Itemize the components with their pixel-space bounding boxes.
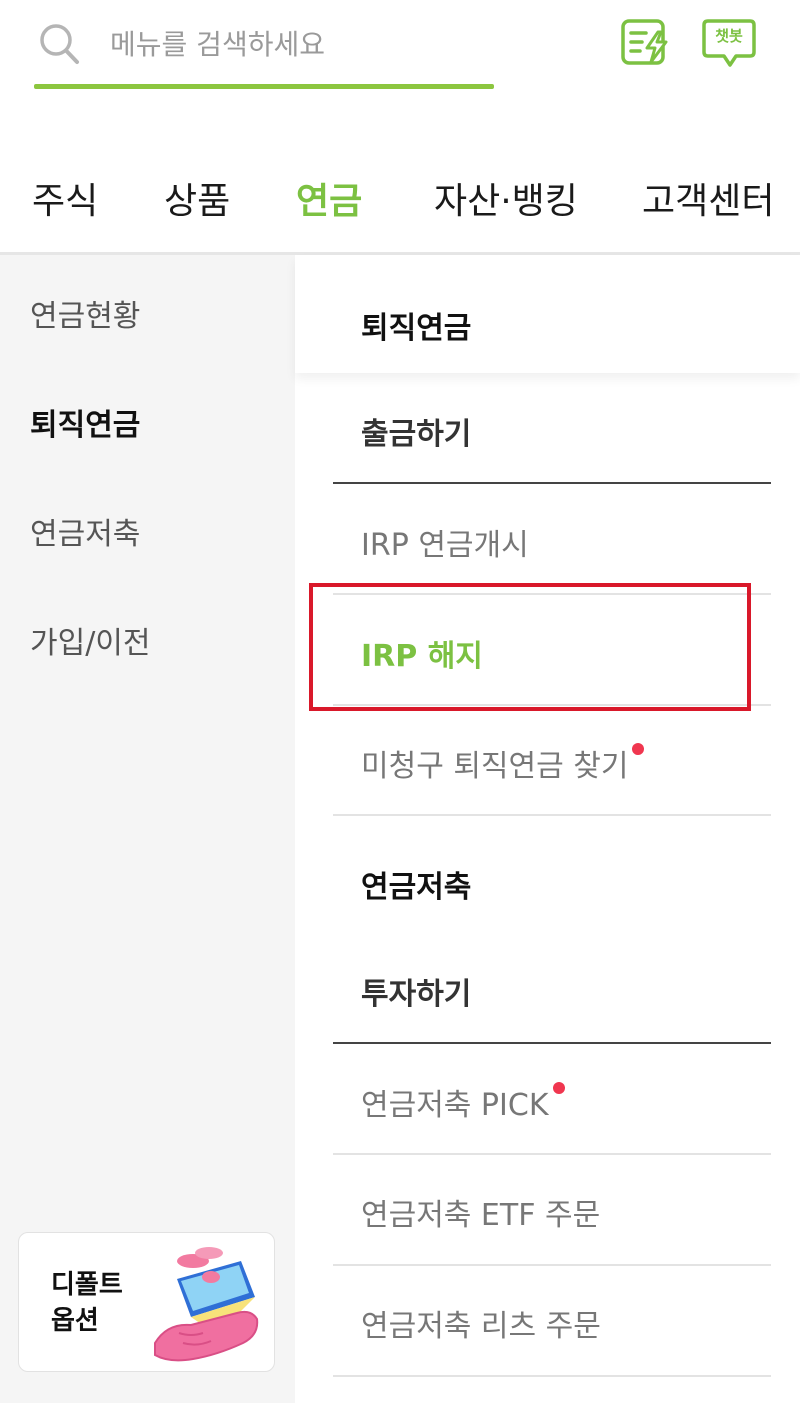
divider (333, 1042, 771, 1044)
new-dot-indicator (632, 743, 645, 755)
tab-assets-banking[interactable]: 자산·뱅킹 (434, 172, 578, 224)
subhead-invest: 투자하기 (361, 977, 472, 1012)
tab-products[interactable]: 상품 (164, 172, 230, 224)
sidebar-item-pension-status[interactable]: 연금현황 (30, 291, 140, 335)
sidebar-item-pension-savings[interactable]: 연금저축 (30, 509, 140, 553)
tab-pension[interactable]: 연금 (296, 172, 362, 224)
promo-line-1: 디폴트 (51, 1270, 123, 1300)
subhead-withdraw: 출금하기 (361, 417, 472, 452)
divider (333, 1264, 771, 1266)
search-input[interactable] (110, 22, 490, 66)
link-pension-savings-reits-order[interactable]: 연금저축 리츠 주문 (361, 1301, 601, 1345)
link-pick-label: 연금저축 PICK (361, 1088, 549, 1123)
highlight-annotation-box (309, 583, 751, 711)
divider (333, 1375, 771, 1377)
submenu-panel: 퇴직연금 출금하기 IRP 연금개시 IRP 해지 미청구 퇴직연금 찾기 연금… (295, 255, 800, 1403)
chatbot-icon[interactable]: 챗봇 (702, 18, 756, 68)
section-title-retirement-pension: 퇴직연금 (361, 311, 472, 346)
divider (333, 1153, 771, 1155)
quick-memo-icon[interactable] (620, 18, 670, 66)
divider (333, 814, 771, 816)
sidebar-item-join-transfer[interactable]: 가입/이전 (30, 618, 151, 662)
tab-customer-center[interactable]: 고객센터 (642, 172, 774, 224)
promo-line-2: 옵션 (51, 1306, 99, 1336)
link-unclaimed-retirement-pension[interactable]: 미청구 퇴직연금 찾기 (361, 741, 645, 785)
search-underline (34, 84, 494, 89)
phone-coins-hand-illustration (154, 1247, 259, 1362)
link-pension-savings-pick[interactable]: 연금저축 PICK (361, 1080, 565, 1124)
search-bar (34, 0, 494, 90)
promo-title: 디폴트 옵션 (51, 1267, 141, 1339)
divider (333, 482, 771, 484)
sidebar: 연금현황 퇴직연금 연금저축 가입/이전 디폴트 옵션 (0, 255, 295, 1403)
link-irp-annuity-start[interactable]: IRP 연금개시 (361, 520, 529, 564)
search-icon[interactable] (38, 22, 80, 66)
sidebar-item-retirement-pension[interactable]: 퇴직연금 (30, 400, 140, 444)
new-dot-indicator (552, 1082, 565, 1094)
main-tabs: 주식 상품 연금 자산·뱅킹 고객센터 (0, 160, 800, 232)
tab-stocks[interactable]: 주식 (32, 172, 98, 224)
default-option-banner[interactable]: 디폴트 옵션 (18, 1232, 275, 1372)
link-unclaimed-label: 미청구 퇴직연금 찾기 (361, 749, 629, 784)
chatbot-label: 챗봇 (715, 27, 743, 45)
link-pension-savings-etf-order[interactable]: 연금저축 ETF 주문 (361, 1190, 600, 1234)
section-title-pension-savings: 연금저축 (361, 870, 472, 905)
